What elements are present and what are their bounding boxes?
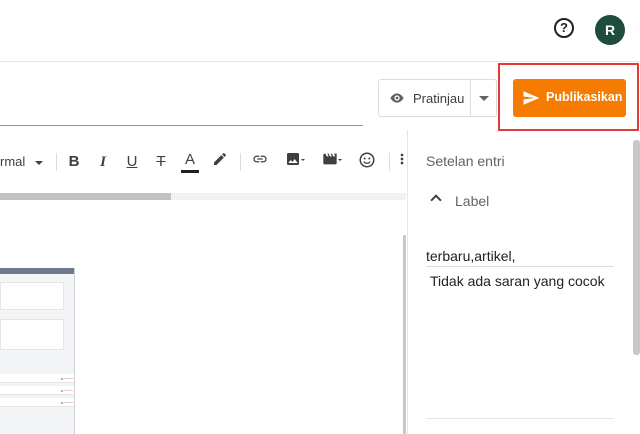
toolbar-scrollbar[interactable] — [0, 193, 406, 200]
preview-label: Pratinjau — [413, 91, 465, 106]
paragraph-format-select[interactable]: rmal — [0, 151, 44, 173]
image-icon — [287, 153, 305, 165]
italic-button[interactable]: I — [95, 151, 111, 173]
insert-image-button[interactable] — [282, 151, 308, 173]
publish-label: Publikasikan — [546, 90, 623, 104]
side-panel-separator — [426, 418, 614, 419]
avatar[interactable]: R — [595, 15, 625, 45]
image-row: ▸ ─── — [0, 398, 74, 407]
more-vertical-icon — [400, 153, 404, 165]
format-label: rmal — [0, 154, 26, 169]
preview-button-group: Pratinjau — [378, 79, 497, 117]
highlight-button[interactable] — [210, 151, 230, 173]
chevron-up-icon[interactable] — [430, 194, 442, 206]
underline-button[interactable]: U — [124, 151, 140, 173]
insert-link-button[interactable] — [250, 151, 270, 173]
image-card — [0, 319, 64, 350]
toolbar-divider — [240, 153, 241, 171]
scrollbar-thumb[interactable] — [0, 193, 171, 200]
image-row: ▸ ─── — [0, 374, 74, 383]
label-section-toggle[interactable]: Label — [455, 193, 489, 209]
video-icon — [323, 153, 342, 165]
editor-scrollbar[interactable] — [403, 235, 406, 434]
side-panel-scrollbar[interactable] — [633, 140, 640, 355]
embedded-screenshot-image[interactable]: ▸ ─── ▸ ─── ▸ ─── — [0, 268, 75, 434]
chevron-down-icon — [35, 161, 43, 165]
eye-icon — [390, 93, 404, 103]
side-panel-divider — [407, 130, 408, 434]
link-icon — [253, 155, 267, 163]
marker-icon — [214, 152, 226, 165]
editor-toolbar: rmal B I U T A — [0, 143, 406, 181]
image-row: ▸ ─── — [0, 386, 74, 395]
image-card — [0, 282, 64, 310]
publish-button[interactable]: Publikasikan — [513, 79, 626, 117]
post-title-input[interactable] — [0, 125, 363, 126]
send-icon — [523, 91, 540, 105]
label-input[interactable] — [426, 245, 614, 267]
more-options-button[interactable] — [398, 151, 406, 173]
chevron-down-icon — [479, 96, 489, 101]
emoji-icon — [359, 152, 375, 168]
image-header-strip — [0, 268, 74, 274]
bold-button[interactable]: B — [66, 151, 82, 173]
toolbar-divider — [56, 153, 57, 171]
label-suggestion-message: Tidak ada saran yang cocok — [430, 273, 605, 289]
side-panel-title: Setelan entri — [426, 153, 505, 169]
preview-dropdown-button[interactable] — [471, 80, 497, 116]
preview-button[interactable]: Pratinjau — [379, 80, 471, 116]
insert-video-button[interactable] — [319, 151, 345, 173]
help-icon[interactable]: ? — [554, 18, 574, 38]
toolbar-divider — [389, 153, 390, 171]
text-color-button[interactable]: A — [181, 151, 199, 173]
top-bar: ? R — [0, 0, 640, 62]
strikethrough-button[interactable]: T — [153, 151, 169, 173]
insert-emoji-button[interactable] — [357, 151, 377, 173]
